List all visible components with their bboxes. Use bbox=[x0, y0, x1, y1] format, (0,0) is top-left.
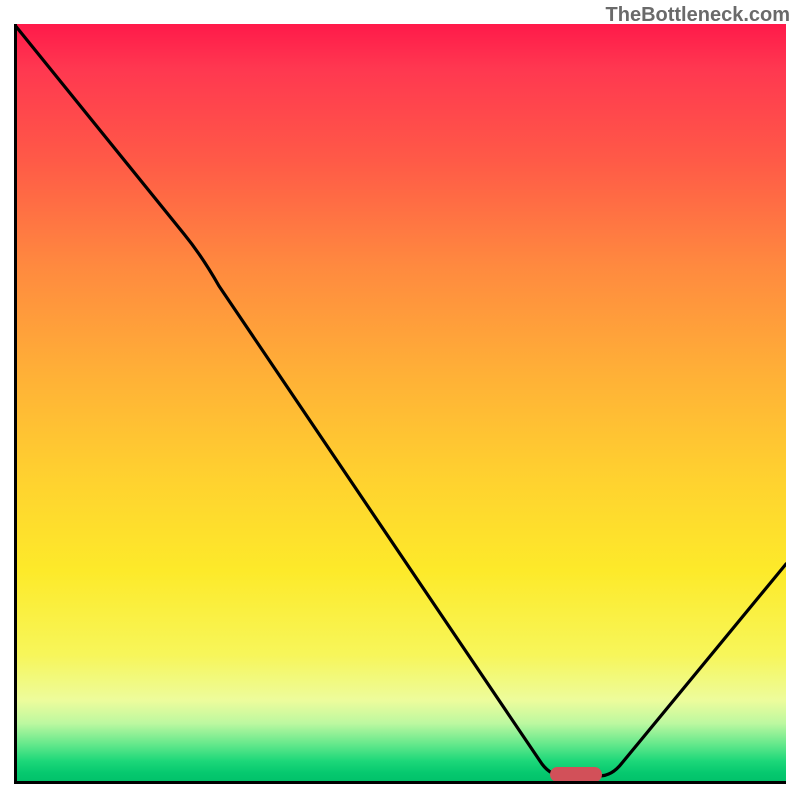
watermark-text: TheBottleneck.com bbox=[606, 4, 790, 27]
curve-path bbox=[14, 24, 786, 776]
optimal-range-marker bbox=[550, 767, 602, 782]
bottleneck-curve bbox=[14, 24, 786, 784]
